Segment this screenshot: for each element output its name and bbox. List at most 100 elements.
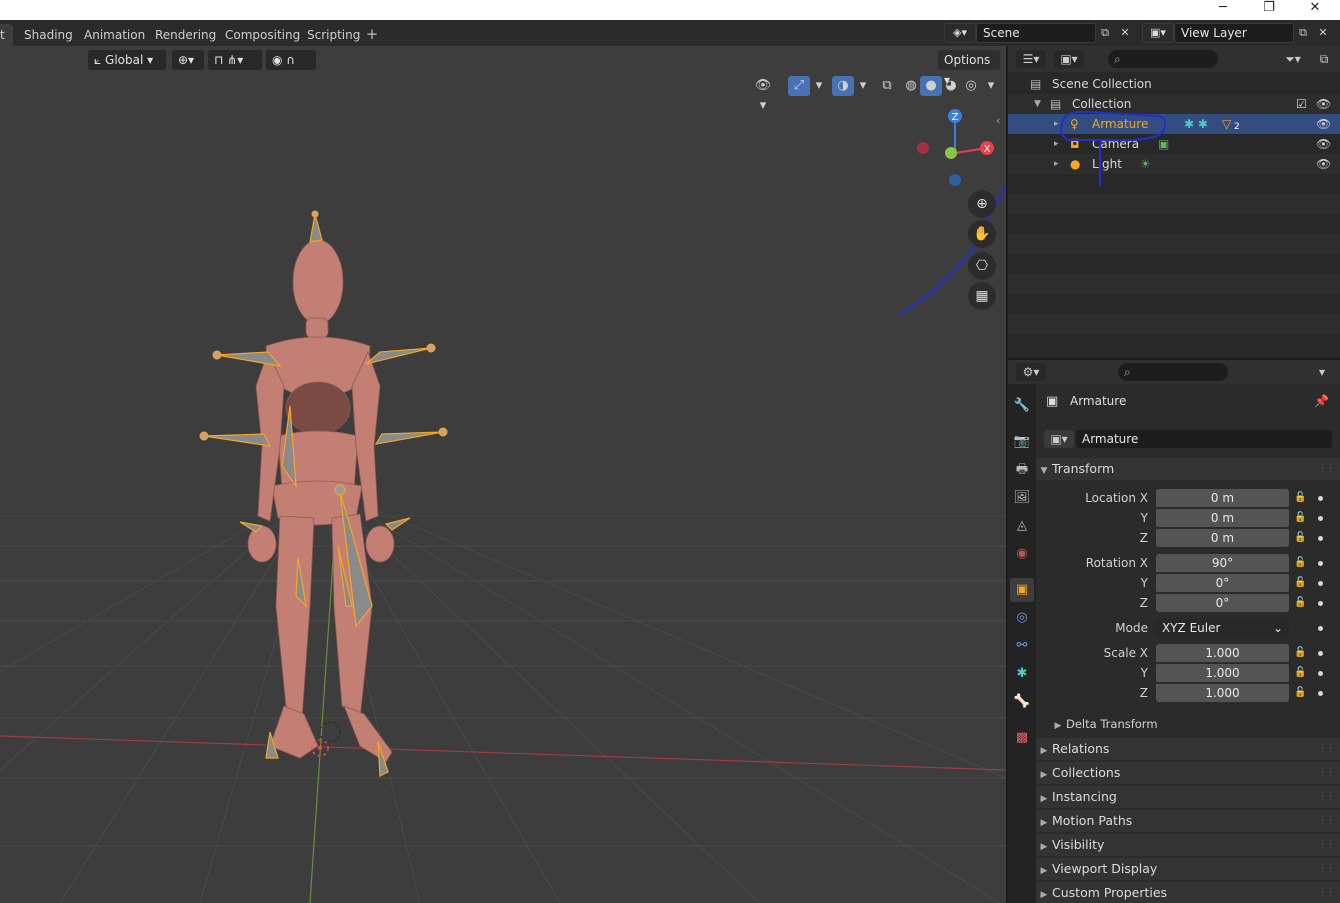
- overlays-toggle-icon[interactable]: ◑: [832, 76, 854, 96]
- view-layer-tab-icon[interactable]: 🖼: [1010, 486, 1034, 510]
- outliner-row-scene-collection[interactable]: ▤ Scene Collection: [1008, 74, 1340, 94]
- outliner-search-input[interactable]: ⌕: [1108, 50, 1218, 68]
- sidebar-toggle-icon[interactable]: ‹: [996, 114, 1000, 127]
- visibility-selectability-icon[interactable]: 👁▾: [752, 76, 774, 113]
- pivot-point-dropdown[interactable]: ⊕▾: [172, 50, 204, 70]
- options-dropdown[interactable]: Options ▾: [938, 50, 1000, 87]
- bone-tab-icon[interactable]: 🦴: [1010, 690, 1034, 714]
- keyframe-dot-icon[interactable]: [1318, 671, 1323, 676]
- keyframe-dot-icon[interactable]: [1318, 691, 1323, 696]
- material-shading-icon[interactable]: ◕: [940, 76, 962, 96]
- visibility-panel-header[interactable]: ▶ Visibility ⋮⋮: [1036, 834, 1340, 856]
- pin-icon[interactable]: 📌: [1314, 394, 1329, 408]
- display-mode-icon[interactable]: ▣▾: [1054, 50, 1084, 68]
- location-z-field[interactable]: 0 m: [1156, 529, 1289, 547]
- neg-x-axis-handle[interactable]: [917, 142, 929, 154]
- chevron-down-icon[interactable]: ▾: [852, 76, 874, 96]
- lock-icon[interactable]: 🔓: [1294, 644, 1306, 662]
- collections-panel-header[interactable]: ▶ Collections ⋮⋮: [1036, 762, 1340, 784]
- location-y-field[interactable]: 0 m: [1156, 509, 1289, 527]
- constraints-tab-icon[interactable]: ⚯: [1010, 634, 1034, 658]
- scale-z-field[interactable]: 1.000: [1156, 684, 1289, 702]
- snapping-dropdown[interactable]: ⊓ ⋔▾: [208, 50, 262, 70]
- relations-panel-header[interactable]: ▶ Relations ⋮⋮: [1036, 738, 1340, 760]
- lock-icon[interactable]: 🔓: [1294, 594, 1306, 612]
- xray-toggle-icon[interactable]: ⧉: [876, 76, 898, 96]
- keyframe-dot-icon[interactable]: [1318, 626, 1323, 631]
- keyframe-dot-icon[interactable]: [1318, 651, 1323, 656]
- lock-icon[interactable]: 🔓: [1294, 554, 1306, 572]
- drag-grip-icon[interactable]: ⋮⋮: [1318, 882, 1335, 903]
- lock-icon[interactable]: 🔓: [1294, 529, 1306, 547]
- drag-grip-icon[interactable]: ⋮⋮: [1318, 858, 1335, 880]
- new-scene-icon[interactable]: ⧉: [1096, 24, 1114, 42]
- rendered-shading-icon[interactable]: ◎: [960, 76, 982, 96]
- character-mesh[interactable]: [247, 239, 395, 763]
- drag-grip-icon[interactable]: ⋮⋮: [1318, 810, 1335, 832]
- 3d-viewport[interactable]: ⟀ Global ▾ ⊕▾ ⊓ ⋔▾ ◉ ∩ Options ▾ 👁▾ ⤢ ▾ …: [0, 46, 1006, 903]
- chevron-down-icon[interactable]: ▾: [980, 76, 1002, 96]
- output-tab-icon[interactable]: 🖶: [1010, 458, 1034, 482]
- keyframe-dot-icon[interactable]: [1318, 536, 1323, 541]
- drag-grip-icon[interactable]: ⋮⋮: [1318, 458, 1335, 480]
- keyframe-dot-icon[interactable]: [1318, 561, 1323, 566]
- tab-scripting[interactable]: Scripting: [299, 24, 368, 46]
- rotation-z-field[interactable]: 0°: [1156, 594, 1289, 612]
- instancing-panel-header[interactable]: ▶ Instancing ⋮⋮: [1036, 786, 1340, 808]
- chevron-down-icon[interactable]: ▾: [808, 76, 830, 96]
- new-view-layer-icon[interactable]: ⧉: [1294, 24, 1312, 42]
- delete-view-layer-icon[interactable]: ✕: [1314, 24, 1332, 42]
- keyframe-dot-icon[interactable]: [1318, 516, 1323, 521]
- transform-panel-header[interactable]: ▼ Transform ⋮⋮: [1036, 458, 1340, 480]
- filter-icon[interactable]: ⏷▾: [1278, 50, 1308, 68]
- transform-orientation-dropdown[interactable]: ⟀ Global ▾: [88, 50, 166, 70]
- world-tab-icon[interactable]: ◉: [1010, 542, 1034, 566]
- chevron-down-icon[interactable]: ▾: [1312, 363, 1332, 381]
- rotation-y-field[interactable]: 0°: [1156, 574, 1289, 592]
- navigation-gizmo[interactable]: Z X: [910, 108, 1000, 198]
- lock-icon[interactable]: 🔓: [1294, 489, 1306, 507]
- close-button[interactable]: ✕: [1292, 0, 1338, 20]
- object-browse-icon[interactable]: ▣▾: [1044, 430, 1074, 448]
- scale-y-field[interactable]: 1.000: [1156, 664, 1289, 682]
- tab-animation[interactable]: Animation: [76, 24, 153, 46]
- new-collection-icon[interactable]: ⧉: [1314, 50, 1334, 68]
- drag-grip-icon[interactable]: ⋮⋮: [1318, 738, 1335, 760]
- pan-hand-icon[interactable]: ✋: [968, 220, 996, 248]
- object-tab-icon[interactable]: ▣: [1010, 578, 1034, 602]
- zoom-icon[interactable]: ⊕: [968, 190, 996, 218]
- lock-icon[interactable]: 🔓: [1294, 664, 1306, 682]
- add-workspace-button[interactable]: +: [363, 26, 381, 44]
- object-name-field[interactable]: Armature: [1076, 430, 1332, 448]
- physics-tab-icon[interactable]: ◎: [1010, 606, 1034, 630]
- view-layer-name-field[interactable]: View Layer: [1174, 23, 1294, 43]
- render-tab-icon[interactable]: 📷: [1010, 430, 1034, 454]
- scene-browse-button[interactable]: ◈▾: [944, 23, 976, 43]
- drag-grip-icon[interactable]: ⋮⋮: [1318, 762, 1335, 784]
- location-x-field[interactable]: 0 m: [1156, 489, 1289, 507]
- editor-type-icon[interactable]: ☰▾: [1016, 50, 1046, 68]
- rotation-mode-dropdown[interactable]: XYZ Euler ⌄: [1156, 619, 1289, 637]
- motion-paths-panel-header[interactable]: ▶ Motion Paths ⋮⋮: [1036, 810, 1340, 832]
- view-layer-browse-button[interactable]: ▣▾: [1142, 23, 1174, 43]
- tab-layout[interactable]: t: [0, 24, 13, 46]
- scale-x-field[interactable]: 1.000: [1156, 644, 1289, 662]
- scene-name-field[interactable]: Scene: [976, 23, 1096, 43]
- minimize-button[interactable]: ─: [1200, 0, 1246, 20]
- keyframe-dot-icon[interactable]: [1318, 581, 1323, 586]
- custom-properties-panel-header[interactable]: ▶ Custom Properties ⋮⋮: [1036, 882, 1340, 903]
- editor-type-icon[interactable]: ⚙▾: [1016, 363, 1046, 381]
- keyframe-dot-icon[interactable]: [1318, 601, 1323, 606]
- armature-data-tab-icon[interactable]: ✱: [1010, 662, 1034, 686]
- scene-tab-icon[interactable]: ◬: [1010, 514, 1034, 538]
- tab-shading[interactable]: Shading: [16, 24, 81, 46]
- delta-transform-subpanel[interactable]: ▶ Delta Transform: [1050, 714, 1158, 734]
- camera-view-icon[interactable]: ⎔: [968, 252, 996, 280]
- perspective-grid-icon[interactable]: ▦: [968, 282, 996, 310]
- lock-icon[interactable]: 🔓: [1294, 574, 1306, 592]
- drag-grip-icon[interactable]: ⋮⋮: [1318, 786, 1335, 808]
- properties-search-input[interactable]: ⌕: [1118, 363, 1228, 381]
- tab-rendering[interactable]: Rendering: [147, 24, 224, 46]
- drag-grip-icon[interactable]: ⋮⋮: [1318, 834, 1335, 856]
- texture-tab-icon[interactable]: ▩: [1010, 726, 1034, 750]
